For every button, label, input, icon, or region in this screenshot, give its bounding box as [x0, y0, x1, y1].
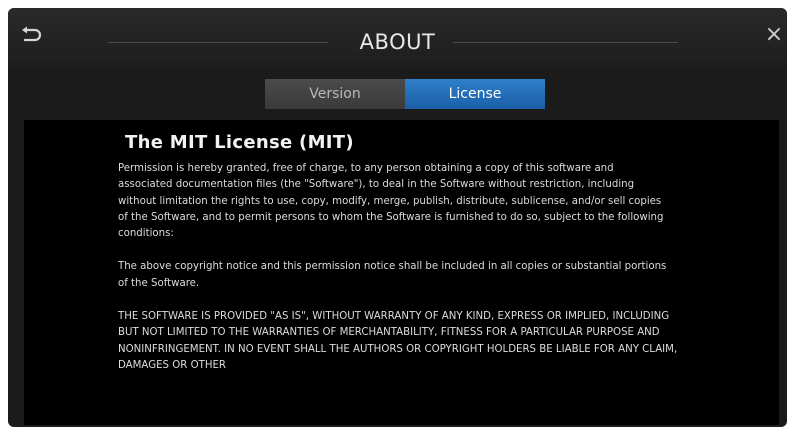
license-paragraph: Permission is hereby granted, free of ch… — [118, 163, 664, 240]
license-title: The MIT License (MIT) — [125, 132, 354, 153]
tab-version[interactable]: Version — [265, 79, 405, 109]
close-button[interactable]: × — [761, 22, 787, 48]
title-bar: ABOUT × — [8, 8, 787, 70]
tab-license[interactable]: License — [405, 79, 545, 109]
close-icon: × — [764, 22, 784, 47]
title-divider-right — [453, 42, 678, 43]
license-panel[interactable]: The MIT License (MIT) Permission is here… — [24, 120, 779, 425]
license-text-container: The MIT License (MIT) Permission is here… — [118, 132, 677, 374]
tab-bar: Version License — [265, 79, 545, 109]
license-paragraph: THE SOFTWARE IS PROVIDED "AS IS", WITHOU… — [118, 311, 678, 371]
license-paragraph: The above copyright notice and this perm… — [118, 261, 667, 289]
about-screen: ABOUT × Version License The MIT License … — [8, 8, 787, 427]
